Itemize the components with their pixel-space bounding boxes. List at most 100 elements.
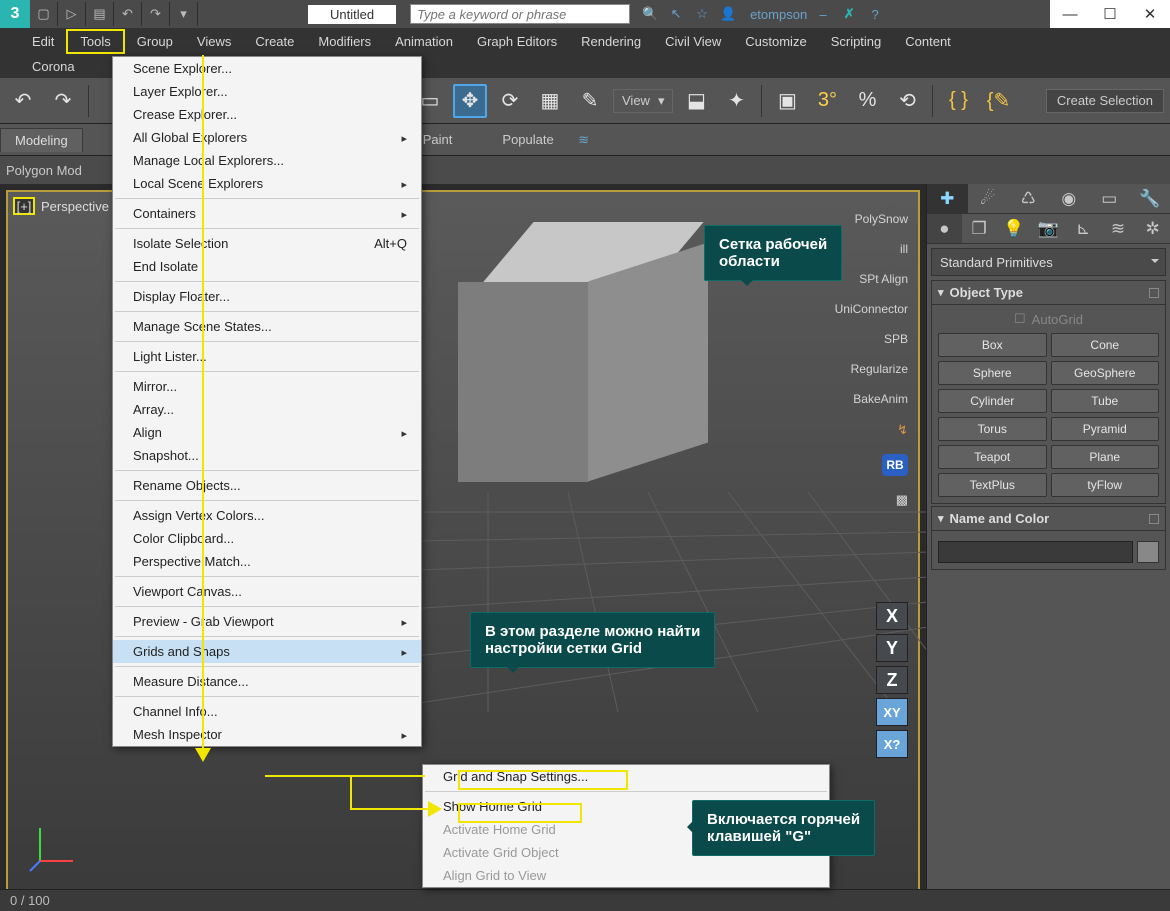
menu-create[interactable]: Create	[243, 31, 306, 52]
systems-cat-icon[interactable]: ✲	[1135, 214, 1170, 243]
mi-array-[interactable]: Array...	[113, 398, 421, 421]
hierarchy-tab-icon[interactable]: ♺	[1008, 184, 1049, 213]
mi-align[interactable]: Align	[113, 421, 421, 444]
move-tool-icon[interactable]: ✥	[453, 84, 487, 118]
mi-mirror-[interactable]: Mirror...	[113, 375, 421, 398]
menu-rendering[interactable]: Rendering	[569, 31, 653, 52]
axis-xy[interactable]: XY	[876, 698, 908, 726]
mi-crease-explorer-[interactable]: Crease Explorer...	[113, 103, 421, 126]
percent-snap-icon[interactable]: %	[850, 84, 884, 118]
mi-snapshot-[interactable]: Snapshot...	[113, 444, 421, 467]
mi-channel-info-[interactable]: Channel Info...	[113, 700, 421, 723]
geometry-cat-icon[interactable]: ●	[927, 214, 962, 243]
reference-coord-dropdown[interactable]: View▾	[613, 89, 673, 113]
scale-tool-icon[interactable]: ▦	[533, 84, 567, 118]
mi-grids-and-snaps[interactable]: Grids and Snaps	[113, 640, 421, 663]
color-swatch[interactable]	[1137, 541, 1159, 563]
menu-animation[interactable]: Animation	[383, 31, 465, 52]
create-torus[interactable]: Torus	[938, 417, 1047, 441]
menu-scripting[interactable]: Scripting	[819, 31, 894, 52]
snap-toggle-icon[interactable]: ▣	[770, 84, 804, 118]
rotate-tool-icon[interactable]: ⟳	[493, 84, 527, 118]
new-file-icon[interactable]: ▢	[30, 2, 58, 26]
spacewarps-cat-icon[interactable]: ≋	[1101, 214, 1136, 243]
mi-rename-objects-[interactable]: Rename Objects...	[113, 474, 421, 497]
viewport-name[interactable]: Perspective	[41, 199, 109, 214]
mi-light-lister-[interactable]: Light Lister...	[113, 345, 421, 368]
mi-isolate-selection[interactable]: Isolate SelectionAlt+Q	[113, 232, 421, 255]
rollout-header-name[interactable]: Name and Color	[931, 506, 1166, 531]
axis-x[interactable]: X	[876, 602, 908, 630]
pointer-icon[interactable]: ↖	[666, 4, 686, 24]
x-brand-icon[interactable]: ✗	[839, 4, 859, 24]
undo-icon[interactable]: ↶	[114, 2, 142, 26]
helpers-cat-icon[interactable]: ⊾	[1066, 214, 1101, 243]
mi-scene-explorer-[interactable]: Scene Explorer...	[113, 57, 421, 80]
close-button[interactable]: ✕	[1130, 0, 1170, 28]
search-box[interactable]	[410, 4, 630, 24]
create-tyflow[interactable]: tyFlow	[1051, 473, 1160, 497]
axis-z[interactable]: Z	[876, 666, 908, 694]
mi-layer-explorer-[interactable]: Layer Explorer...	[113, 80, 421, 103]
mi-manage-scene-states-[interactable]: Manage Scene States...	[113, 315, 421, 338]
float-tool-polysnow[interactable]: PolySnow	[855, 212, 908, 226]
qat-menu-icon[interactable]: ▾	[170, 2, 198, 26]
undo-tool-icon[interactable]: ↶	[6, 84, 40, 118]
float-tool-bakeanim[interactable]: BakeAnim	[853, 392, 908, 406]
grid-icon[interactable]: ▩	[896, 492, 908, 508]
user-icon[interactable]: 👤	[718, 4, 738, 24]
help-icon[interactable]: ?	[865, 4, 885, 24]
save-file-icon[interactable]: ▤	[86, 2, 114, 26]
mi-containers[interactable]: Containers	[113, 202, 421, 225]
menu-customize[interactable]: Customize	[733, 31, 818, 52]
float-tool-uniconnector[interactable]: UniConnector	[835, 302, 908, 316]
autogrid-checkbox[interactable]: ☐ AutoGrid	[938, 311, 1159, 327]
create-tab-icon[interactable]: ✚	[927, 184, 968, 213]
binocular-icon[interactable]: 🔍	[640, 4, 660, 24]
menu-graph-editors[interactable]: Graph Editors	[465, 31, 569, 52]
tab-modeling[interactable]: Modeling	[0, 128, 83, 152]
float-tool-spt align[interactable]: SPt Align	[859, 272, 908, 286]
menu-corona[interactable]: Corona	[20, 56, 87, 77]
modify-tab-icon[interactable]: ☄	[968, 184, 1009, 213]
float-tool-ill[interactable]: ill	[900, 242, 908, 256]
mi-perspective-match-[interactable]: Perspective Match...	[113, 550, 421, 573]
manip-tool-icon[interactable]: ✦	[719, 84, 753, 118]
rb-badge[interactable]: RB	[882, 454, 908, 476]
selection-set-dropdown[interactable]: Create Selection	[1046, 89, 1164, 113]
mi-color-clipboard-[interactable]: Color Clipboard...	[113, 527, 421, 550]
motion-tab-icon[interactable]: ◉	[1049, 184, 1090, 213]
object-name-input[interactable]	[938, 541, 1133, 563]
shapes-cat-icon[interactable]: ❐	[962, 214, 997, 243]
redo-icon[interactable]: ↷	[142, 2, 170, 26]
primitive-type-dropdown[interactable]: Standard Primitives	[931, 248, 1166, 276]
username[interactable]: etompson	[750, 7, 807, 22]
rollout-header-object-type[interactable]: Object Type	[931, 280, 1166, 305]
create-teapot[interactable]: Teapot	[938, 445, 1047, 469]
place-tool-icon[interactable]: ✎	[573, 84, 607, 118]
spline-icon[interactable]: ↯	[897, 422, 908, 438]
create-geosphere[interactable]: GeoSphere	[1051, 361, 1160, 385]
axis-x?[interactable]: X?	[876, 730, 908, 758]
menu-group[interactable]: Group	[125, 31, 185, 52]
cameras-cat-icon[interactable]: 📷	[1031, 214, 1066, 243]
maximize-button[interactable]: ☐	[1090, 0, 1130, 28]
mi-assign-vertex-colors-[interactable]: Assign Vertex Colors...	[113, 504, 421, 527]
minimize-button[interactable]: —	[1050, 0, 1090, 28]
create-sphere[interactable]: Sphere	[938, 361, 1047, 385]
float-tool-spb[interactable]: SPB	[884, 332, 908, 346]
mi-all-global-explorers[interactable]: All Global Explorers	[113, 126, 421, 149]
create-textplus[interactable]: TextPlus	[938, 473, 1047, 497]
menu-views[interactable]: Views	[185, 31, 243, 52]
dash-icon[interactable]: –	[813, 4, 833, 24]
axis-y[interactable]: Y	[876, 634, 908, 662]
mi-viewport-canvas-[interactable]: Viewport Canvas...	[113, 580, 421, 603]
angle-snap-icon[interactable]: 3°	[810, 84, 844, 118]
create-pyramid[interactable]: Pyramid	[1051, 417, 1160, 441]
lights-cat-icon[interactable]: 💡	[996, 214, 1031, 243]
create-cone[interactable]: Cone	[1051, 333, 1160, 357]
create-cylinder[interactable]: Cylinder	[938, 389, 1047, 413]
menu-civil-view[interactable]: Civil View	[653, 31, 733, 52]
mi-mesh-inspector[interactable]: Mesh Inspector	[113, 723, 421, 746]
menu-edit[interactable]: Edit	[20, 31, 66, 52]
